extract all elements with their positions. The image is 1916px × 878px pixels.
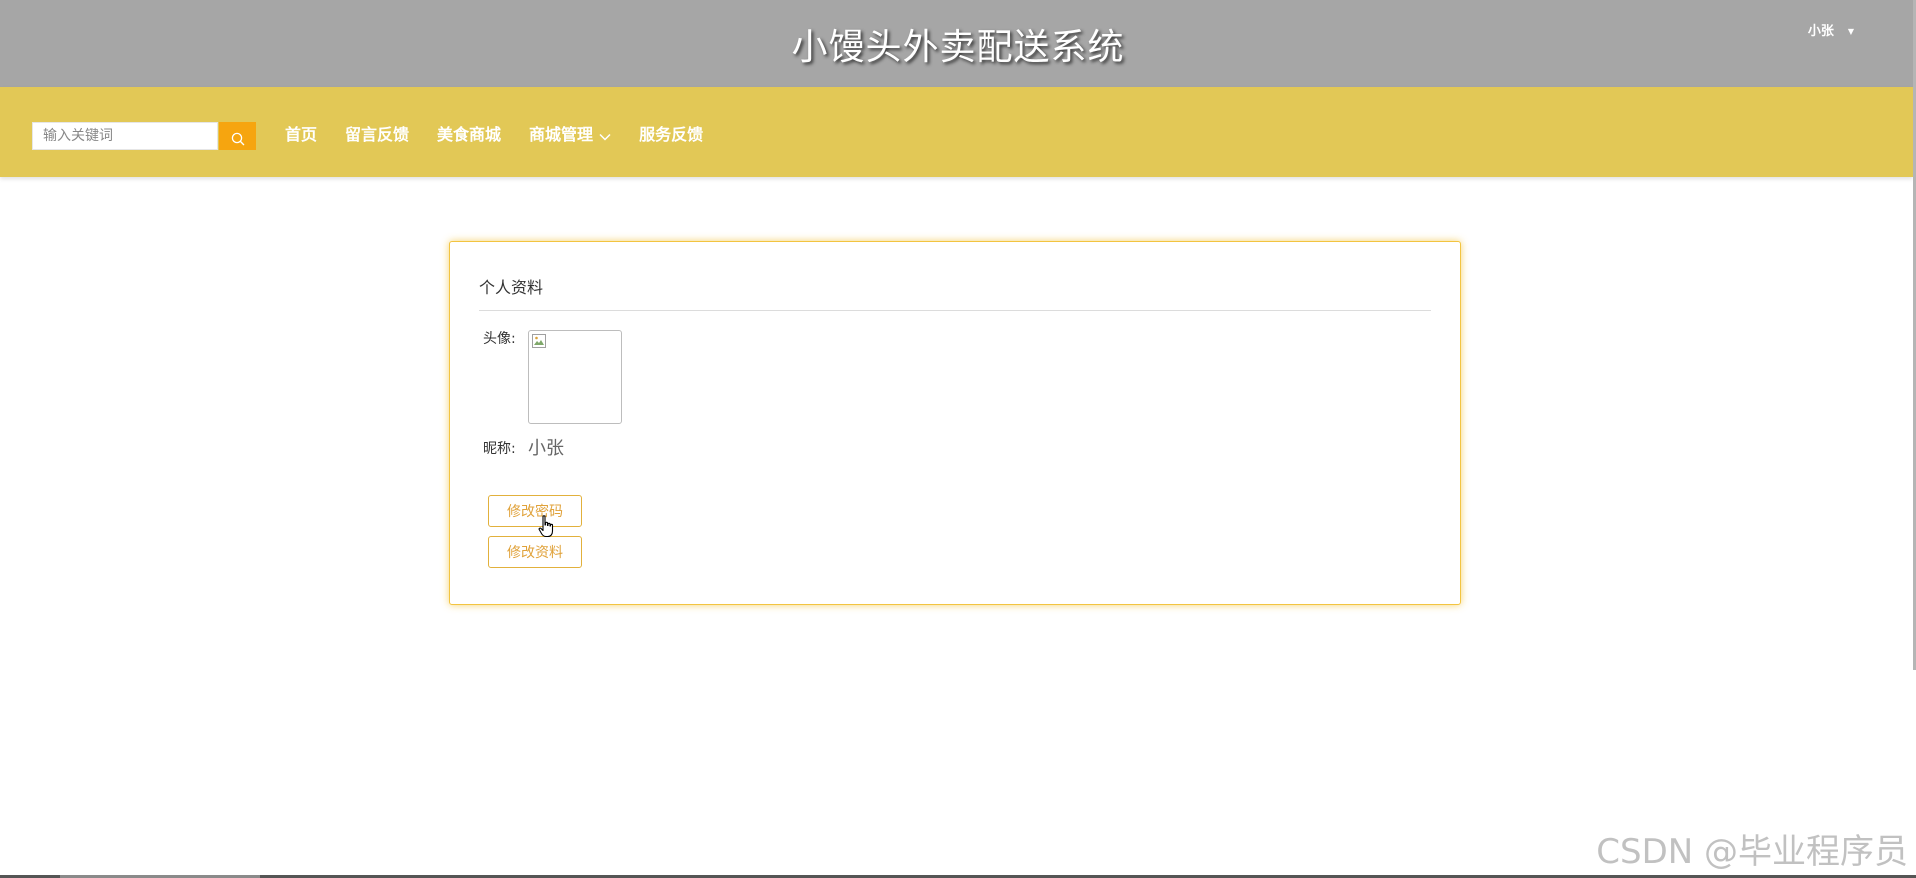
nav-item-mall-management[interactable]: 商城管理 <box>529 121 611 145</box>
profile-card: 个人资料 头像: 昵称: 小张 修改密码 修改资料 <box>449 241 1461 605</box>
broken-image-icon <box>532 334 546 348</box>
caret-down-icon: ▼ <box>1847 27 1854 36</box>
top-header: 小馒头外卖配送系统 小张 ▼ <box>0 0 1916 87</box>
user-name: 小张 <box>1807 24 1834 39</box>
nickname-label: 昵称: <box>483 441 516 457</box>
chevron-down-icon <box>599 126 611 145</box>
nav-item-mall-management-label: 商城管理 <box>529 125 594 144</box>
search-button[interactable] <box>219 122 256 150</box>
search-icon <box>231 132 244 146</box>
watermark: CSDN @毕业程序员 <box>1596 832 1908 872</box>
divider <box>479 310 1431 311</box>
change-password-button[interactable]: 修改密码 <box>488 495 582 527</box>
nav-item-food-mall[interactable]: 美食商城 <box>437 121 501 145</box>
avatar <box>528 330 622 424</box>
search-input[interactable] <box>32 122 218 150</box>
site-title: 小馒头外卖配送系统 <box>791 27 1125 68</box>
nav-item-message-feedback[interactable]: 留言反馈 <box>345 121 409 145</box>
nickname-value: 小张 <box>528 438 564 459</box>
edit-profile-button[interactable]: 修改资料 <box>488 536 582 568</box>
avatar-label: 头像: <box>483 331 516 347</box>
card-title: 个人资料 <box>479 278 544 297</box>
main-nav: 首页 留言反馈 美食商城 商城管理 服务反馈 <box>285 121 731 145</box>
user-menu[interactable]: 小张 ▼ <box>1808 20 1854 39</box>
navbar: 首页 留言反馈 美食商城 商城管理 服务反馈 <box>0 87 1913 177</box>
nav-item-service-feedback[interactable]: 服务反馈 <box>639 121 703 145</box>
hand-cursor-icon <box>538 515 554 538</box>
nav-item-home[interactable]: 首页 <box>285 121 317 145</box>
